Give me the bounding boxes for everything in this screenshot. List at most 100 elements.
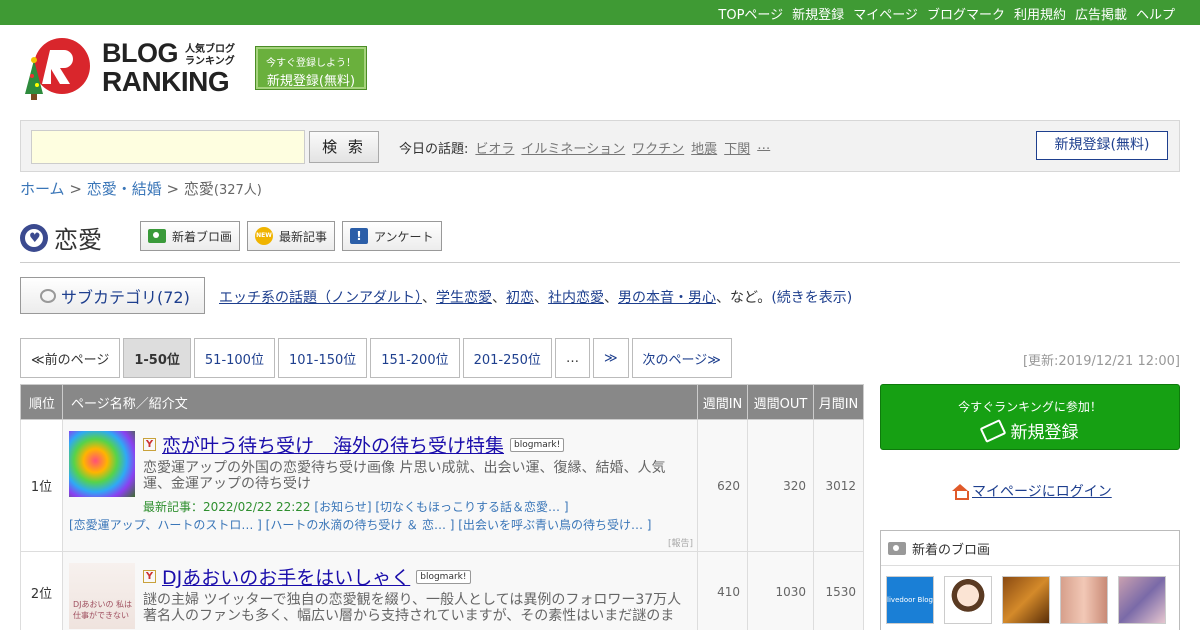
entry-cell: Y 恋が叶う待ち受け 海外の待ち受け特集 blogmark! 恋愛運アップの外国… [62, 419, 698, 552]
site-logo[interactable]: BLOG RANKING 人気ブログ ランキング [22, 36, 242, 102]
updated-timestamp: [更新:2019/12/21 12:00] [1022, 354, 1180, 369]
header-register-button[interactable]: 今すぐ登録しよう！ 新規登録(無料) [255, 46, 367, 90]
page-ellipsis: … [554, 338, 590, 378]
top-nav-top[interactable]: TOPページ [718, 4, 783, 23]
home-icon [952, 484, 969, 500]
page-link[interactable]: 151-200位 [370, 338, 460, 378]
topic-more-link[interactable]: … [757, 138, 770, 157]
top-nav-links: TOPページ 新規登録 マイページ ブログマーク 利用規約 広告掲載 ヘルプ [718, 4, 1175, 23]
search-button[interactable]: 検 索 [309, 131, 379, 163]
pencil-icon [979, 418, 1006, 443]
new-images-panel: 新着のブロ画 livedoor Blog [880, 530, 1180, 630]
article-links[interactable]: [恋愛運アップ、ハートのストロ… ] [ハートの水滴の待ち受け ＆ 恋… ] [… [69, 516, 651, 533]
header-rank: 順位 [20, 384, 63, 420]
blog-title-link[interactable]: 恋が叶う待ち受け 海外の待ち受け特集 [162, 431, 504, 458]
image-thumbnail[interactable] [1118, 576, 1166, 624]
subcategory-link[interactable]: 社内恋愛 [548, 290, 604, 306]
blog-thumbnail[interactable] [69, 431, 135, 497]
breadcrumb: ホーム > 恋愛・結婚 > 恋愛(327人) [20, 180, 262, 198]
divider [20, 262, 1180, 263]
subcategory-link[interactable]: エッチ系の話題（ノンアダルト） [219, 290, 422, 306]
new-images-list: livedoor Blog [886, 576, 1166, 624]
image-thumbnail[interactable] [1002, 576, 1050, 624]
subcategory-link[interactable]: 初恋 [506, 290, 534, 306]
exclamation-icon: ! [350, 228, 368, 244]
header-in-month: 月間IN [813, 384, 864, 420]
header-name: ページ名称／紹介文 [62, 384, 698, 420]
new-images-button[interactable]: 新着ブロ画 [140, 221, 241, 251]
entry: DJあおいの 私は仕事ができない Y DJあおいのお手をはいしゃく blogma… [63, 552, 697, 630]
top-nav-ads[interactable]: 広告掲載 [1075, 4, 1127, 23]
rank-cell: 2位 [20, 551, 63, 630]
image-thumbnail[interactable] [1060, 576, 1108, 624]
login-link[interactable]: マイページにログイン [952, 481, 1112, 501]
subcategory-more-link[interactable]: (続きを表示) [771, 290, 852, 306]
blog-description: 謎の主婦 ツイッターで独自の恋愛観を綴り、一般人としては異例のフォロワー37万人… [143, 592, 682, 624]
top-nav-blogmark[interactable]: ブログマーク [927, 4, 1005, 23]
entry: Y 恋が叶う待ち受け 海外の待ち受け特集 blogmark! 恋愛運アップの外国… [63, 420, 697, 551]
top-nav-help[interactable]: ヘルプ [1136, 4, 1175, 23]
latest-articles-button[interactable]: NEW 最新記事 [247, 221, 336, 251]
search-input[interactable] [31, 130, 305, 164]
top-nav-mypage[interactable]: マイページ [853, 4, 918, 23]
page-current: 1-50位 [123, 338, 191, 378]
entry-cell: DJあおいの 私は仕事ができない Y DJあおいのお手をはいしゃく blogma… [62, 551, 698, 630]
logo-icon [25, 38, 90, 100]
breadcrumb-parent[interactable]: 恋愛・結婚 [87, 180, 162, 198]
in-month-value: 1530 [813, 551, 864, 630]
next-page-button[interactable]: 次のページ≫ [631, 338, 732, 378]
in-week-value: 620 [697, 419, 748, 552]
image-thumbnail[interactable] [944, 576, 992, 624]
top-nav-register[interactable]: 新規登録 [792, 4, 844, 23]
latest-article: 最新記事：2022/02/22 22:22 [お知らせ] [切なくもほっこりする… [143, 500, 569, 514]
subcategory-link[interactable]: 学生恋愛 [436, 290, 492, 306]
table-header-row: 順位 ページ名称／紹介文 週間IN 週間OUT 月間IN [20, 384, 864, 420]
top-nav-terms[interactable]: 利用規約 [1014, 4, 1066, 23]
topic-link[interactable]: 下関 [724, 138, 750, 157]
skip-forward-button[interactable]: ≫ [592, 338, 629, 378]
breadcrumb-home[interactable]: ホーム [20, 180, 65, 198]
topic-link[interactable]: 地震 [691, 138, 717, 157]
topic-link[interactable]: ビオラ [475, 138, 514, 157]
page-link[interactable]: 101-150位 [277, 338, 368, 378]
prev-page-button[interactable]: ≪前のページ [20, 338, 121, 378]
out-week-value: 320 [747, 419, 814, 552]
blog-description: 恋愛運アップの外国の恋愛待ち受け画像 片思い成就、出会い運、復縁、結婚、人気運、… [143, 460, 666, 492]
breadcrumb-current: 恋愛 [183, 180, 214, 198]
pagination: ≪前のページ 1-50位 51-100位 101-150位 151-200位 2… [20, 338, 732, 378]
blogmark-button[interactable]: blogmark! [510, 437, 565, 452]
blogmark-button[interactable]: blogmark! [416, 569, 471, 584]
topics-label: 今日の話題: [399, 142, 469, 157]
table-row: 1位 Y 恋が叶う待ち受け 海外の待ち受け特集 blogmark! 恋愛運アップ… [20, 419, 864, 552]
category-title: ♥ 恋愛 [20, 220, 102, 255]
latest-article-links[interactable]: [お知らせ] [切なくもほっこりする話＆恋愛… ] [314, 500, 568, 514]
header-out-week: 週間OUT [747, 384, 814, 420]
camera-icon [148, 229, 166, 243]
blog-title-link[interactable]: DJあおいのお手をはいしゃく [162, 563, 410, 590]
subcategory-button[interactable]: サブカテゴリ(72) [20, 277, 205, 314]
logo-subtitle: 人気ブログ ランキング [185, 44, 235, 67]
crown-icon: Y [143, 438, 156, 451]
ranking-table: 順位 ページ名称／紹介文 週間IN 週間OUT 月間IN 1位 Y 恋が叶う待ち… [20, 384, 864, 630]
report-link[interactable]: [報告] [668, 536, 693, 549]
category-icon [40, 288, 56, 303]
page-link[interactable]: 51-100位 [193, 338, 275, 378]
table-row: 2位 DJあおいの 私は仕事ができない Y DJあおいのお手をはいしゃく blo… [20, 551, 864, 630]
subcategory-link[interactable]: 男の本音・男心 [618, 290, 716, 306]
out-week-value: 1030 [747, 551, 814, 630]
survey-button[interactable]: ! アンケート [342, 221, 442, 251]
entry-title-row: Y DJあおいのお手をはいしゃく blogmark! [143, 563, 471, 590]
new-images-header: 新着のブロ画 [881, 531, 1179, 566]
search-register-button[interactable]: 新規登録(無料) [1036, 131, 1168, 160]
join-ranking-button[interactable]: 今すぐランキングに参加！ 新規登録 [880, 384, 1180, 450]
image-thumbnail[interactable]: livedoor Blog [886, 576, 934, 624]
topic-link[interactable]: イルミネーション [521, 138, 625, 157]
rank-cell: 1位 [20, 419, 63, 552]
in-month-value: 3012 [813, 419, 864, 552]
page-link[interactable]: 201-250位 [462, 338, 552, 378]
topic-link[interactable]: ワクチン [632, 138, 684, 157]
top-nav-bar: TOPページ 新規登録 マイページ ブログマーク 利用規約 広告掲載 ヘルプ [0, 0, 1200, 25]
blog-thumbnail[interactable]: DJあおいの 私は仕事ができない [69, 563, 135, 629]
header-in-week: 週間IN [697, 384, 748, 420]
in-week-value: 410 [697, 551, 748, 630]
